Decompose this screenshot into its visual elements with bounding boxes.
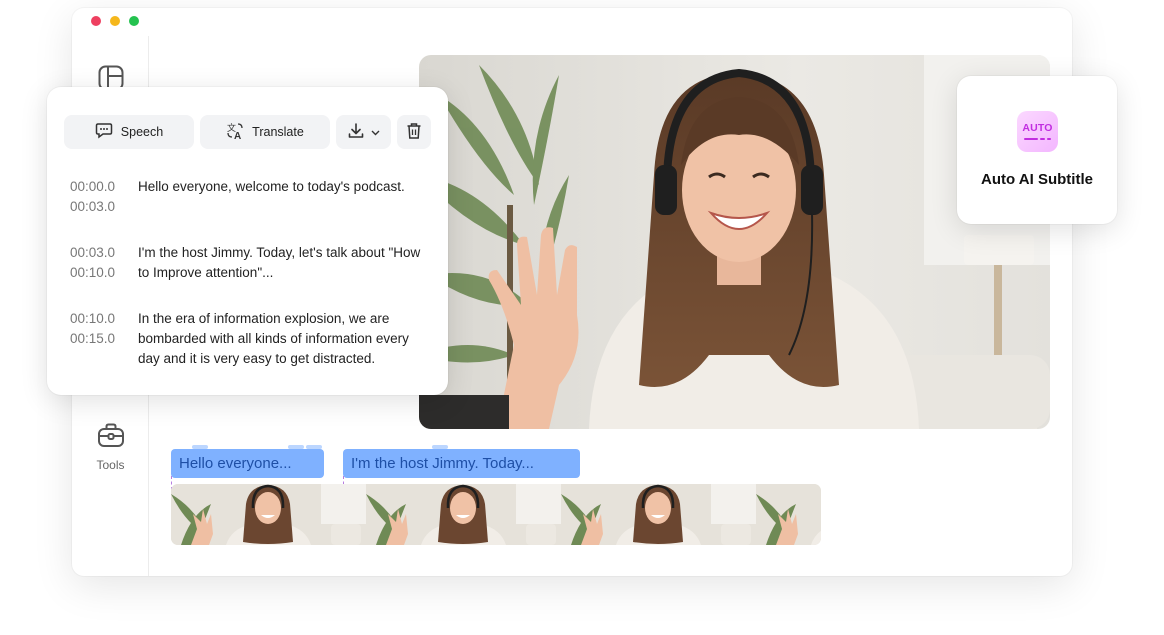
subtitle-times: 00:10.0 00:15.0	[70, 309, 115, 349]
subtitle-times: 00:03.0 00:10.0	[70, 243, 115, 283]
subtitle-start-time: 00:03.0	[70, 245, 116, 260]
auto-badge-text: AUTO	[1022, 122, 1053, 134]
sidebar-item-tools[interactable]: Tools	[72, 422, 149, 472]
subtitle-text[interactable]: In the era of information explosion, we …	[138, 309, 433, 369]
timeline-subtitle-chip[interactable]: I'm the host Jimmy. Today...	[343, 449, 580, 478]
trash-icon	[406, 122, 422, 143]
filmstrip-thumbnails	[171, 484, 821, 545]
chevron-down-icon	[371, 125, 380, 139]
translate-button[interactable]: 文 A Translate	[200, 115, 330, 149]
auto-subtitle-card[interactable]: AUTO Auto AI Subtitle	[957, 76, 1117, 224]
delete-button[interactable]	[397, 115, 431, 149]
podcast-host-photo	[419, 55, 1050, 429]
window-close-dot[interactable]	[91, 16, 101, 26]
subtitle-start-time: 00:00.0	[70, 179, 116, 194]
subtitle-editor-panel: Speech 文 A Translate 00:00.0 00:03.0 Hel…	[47, 87, 448, 395]
window-minimize-dot[interactable]	[110, 16, 120, 26]
sidebar-tools-label: Tools	[96, 458, 125, 472]
download-icon	[347, 122, 365, 143]
subtitle-text[interactable]: Hello everyone, welcome to today's podca…	[138, 177, 433, 197]
video-preview[interactable]	[419, 55, 1050, 429]
speech-label: Speech	[120, 125, 164, 139]
translate-label: Translate	[252, 125, 304, 139]
speech-button[interactable]: Speech	[64, 115, 194, 149]
window-maximize-dot[interactable]	[129, 16, 139, 26]
subtitle-times: 00:00.0 00:03.0	[70, 177, 115, 217]
toolbox-icon	[97, 422, 125, 453]
feature-title: Auto AI Subtitle	[981, 171, 1093, 188]
video-track-filmstrip[interactable]	[171, 484, 821, 545]
speech-bubble-icon	[95, 122, 113, 142]
svg-text:A: A	[234, 131, 241, 140]
translate-icon: 文 A	[226, 122, 244, 143]
subtitle-start-time: 00:10.0	[70, 311, 116, 326]
subtitle-end-time: 00:10.0	[70, 265, 116, 280]
subtitle-end-time: 00:15.0	[70, 331, 116, 346]
subtitle-text[interactable]: I'm the host Jimmy. Today, let's talk ab…	[138, 243, 433, 283]
timeline-subtitle-chip[interactable]: Hello everyone...	[171, 449, 324, 478]
subtitle-end-time: 00:03.0	[70, 199, 116, 214]
auto-badge-icon: AUTO	[1017, 111, 1058, 152]
download-button[interactable]	[336, 115, 391, 149]
